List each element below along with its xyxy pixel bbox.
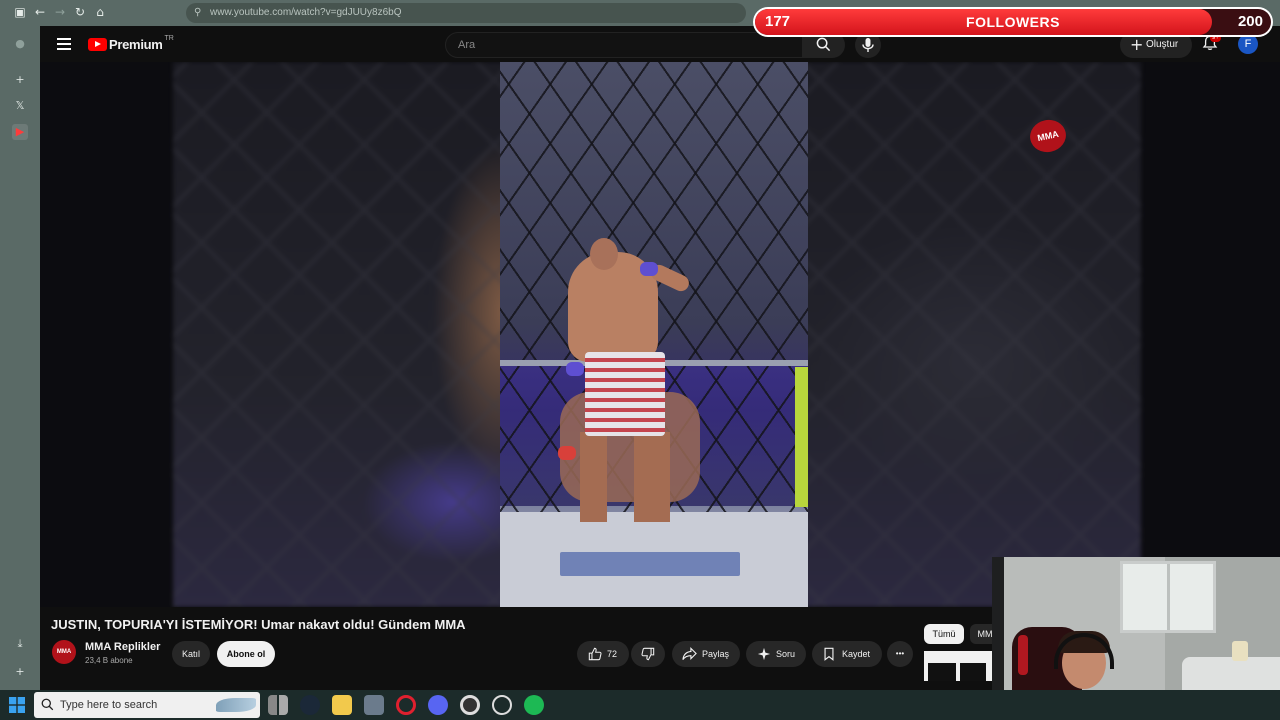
site-info-icon[interactable]: ⚲: [194, 3, 201, 23]
taskbar-search-placeholder: Type here to search: [60, 699, 158, 711]
share-icon: [682, 647, 697, 661]
forward-icon[interactable]: →: [53, 5, 67, 19]
glove-icon: [640, 262, 658, 276]
youtube-panel-icon[interactable]: ▶: [12, 124, 28, 140]
menu-icon[interactable]: [57, 38, 71, 50]
like-button[interactable]: 72: [577, 641, 629, 667]
filter-chip-all[interactable]: Tümü: [924, 624, 964, 644]
taskbar-search-input[interactable]: Type here to search: [34, 692, 260, 718]
room-window: [1120, 561, 1216, 633]
file-explorer-icon[interactable]: [332, 695, 352, 715]
calculator-icon[interactable]: [364, 695, 384, 715]
youtube-play-icon: [88, 37, 107, 51]
followers-goal-overlay: 177 FOLLOWERS 200: [753, 7, 1273, 37]
discord-icon[interactable]: [428, 695, 448, 715]
share-label: Paylaş: [702, 649, 730, 659]
thumbs-up-icon: [588, 647, 602, 661]
taskbar-search-icon: [41, 698, 54, 711]
share-button[interactable]: Paylaş: [672, 641, 740, 667]
dislike-button[interactable]: [631, 641, 665, 667]
add-panel-icon[interactable]: +: [12, 72, 28, 88]
save-label: Kaydet: [842, 649, 871, 659]
channel-avatar[interactable]: MMA: [52, 640, 76, 664]
browser-side-panel: ● + 𝕏 ▶ ⤓ +: [0, 26, 40, 690]
webcam-overlay: [992, 557, 1280, 690]
logo-text: Premium: [109, 36, 163, 52]
windows-start-icon[interactable]: [9, 697, 25, 713]
sparkle-icon: [757, 647, 771, 661]
subscribe-button[interactable]: Abone ol: [217, 641, 275, 667]
account-avatar[interactable]: F: [1238, 34, 1258, 54]
obs-icon[interactable]: [460, 695, 480, 715]
x-icon[interactable]: 𝕏: [12, 98, 28, 114]
search-input[interactable]: Ara: [445, 32, 803, 58]
recommended-thumbnail[interactable]: [924, 651, 994, 681]
add-bottom-icon[interactable]: +: [12, 664, 28, 680]
save-button[interactable]: Kaydet: [812, 641, 882, 667]
more-actions-button[interactable]: •••: [887, 641, 913, 667]
shark-icon: [216, 698, 256, 712]
url-text: www.youtube.com/watch?v=gdJUUy8z6bQ: [210, 7, 402, 18]
join-button[interactable]: Katıl: [172, 641, 210, 667]
windows-taskbar: Type here to search: [0, 690, 1280, 720]
profile-icon[interactable]: ●: [12, 36, 28, 52]
microphone-icon: [862, 38, 874, 52]
channel-name[interactable]: MMA Replikler: [85, 641, 160, 653]
create-label: Oluştur: [1146, 39, 1179, 50]
reload-icon[interactable]: ↻: [73, 5, 87, 19]
task-view-icon[interactable]: [268, 695, 288, 715]
video-title: JUSTIN, TOPURIA'YI İSTEMİYOR! Umar nakav…: [51, 617, 466, 632]
followers-goal: 200: [1237, 13, 1263, 30]
followers-progress-track: 177 FOLLOWERS 200: [755, 9, 1271, 35]
video-frame: [500, 62, 808, 607]
subscriber-count: 23,4 B abone: [85, 656, 133, 665]
region-code: TR: [164, 34, 174, 42]
ask-label: Soru: [776, 649, 796, 659]
search-icon: [816, 37, 831, 52]
home-icon[interactable]: ⌂: [93, 5, 107, 19]
spotify-icon[interactable]: [524, 695, 544, 715]
followers-label: FOLLOWERS: [966, 14, 1060, 30]
download-icon[interactable]: ⤓: [12, 636, 28, 652]
steam-icon[interactable]: [300, 695, 320, 715]
opera-gx-icon[interactable]: [396, 695, 416, 715]
fighter-shorts: [585, 352, 665, 436]
bookmark-icon: [824, 647, 834, 661]
address-bar[interactable]: ⚲ www.youtube.com/watch?v=gdJUUy8z6bQ: [186, 3, 746, 23]
ask-button[interactable]: Soru: [746, 641, 806, 667]
like-count: 72: [607, 649, 618, 659]
back-icon[interactable]: ←: [33, 5, 47, 19]
sidebar-toggle-icon[interactable]: ▣: [13, 5, 27, 19]
recorder-icon[interactable]: [492, 695, 512, 715]
video-player[interactable]: MMA: [40, 62, 1280, 607]
thumbs-down-icon: [641, 647, 655, 661]
youtube-logo[interactable]: Premium TR: [88, 34, 174, 52]
